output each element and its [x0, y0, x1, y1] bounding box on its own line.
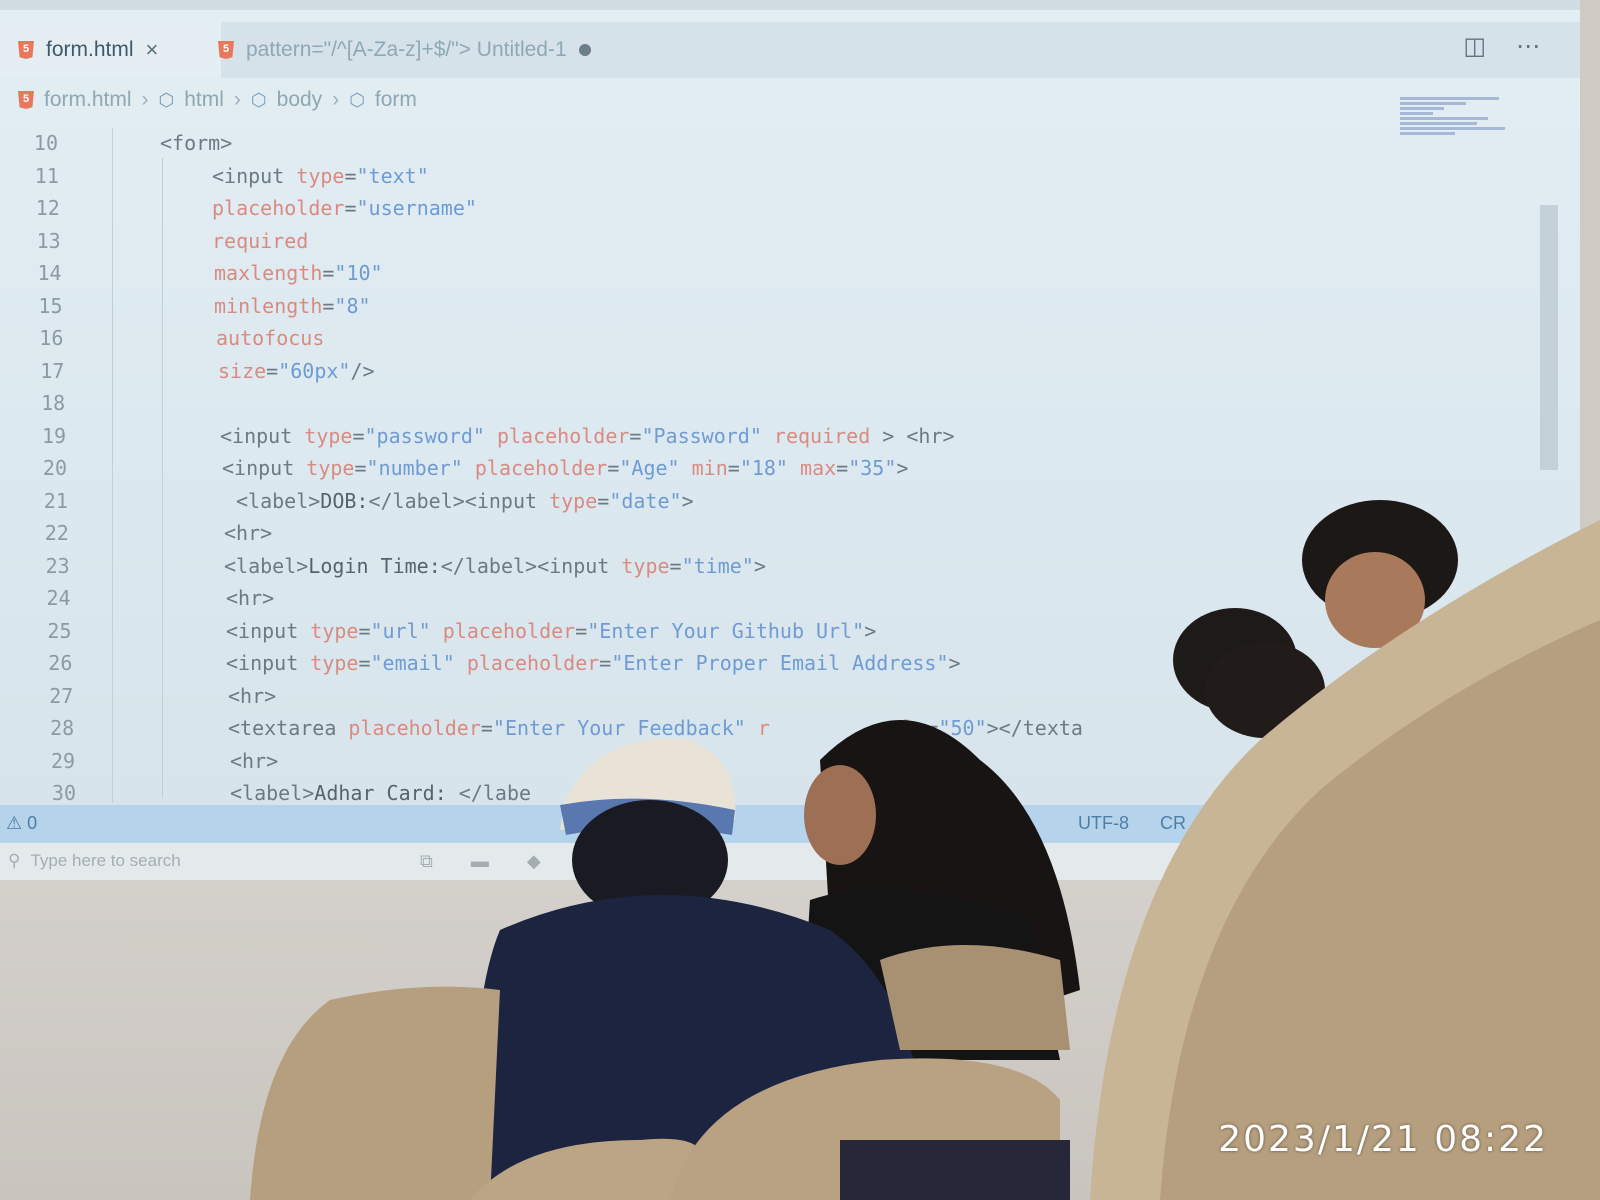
- plastic-chair: [250, 986, 500, 1200]
- plastic-chair: [880, 945, 1070, 1050]
- student-face: [804, 765, 876, 865]
- laptop: [840, 1140, 1070, 1200]
- audience-scene: [250, 500, 1600, 1200]
- photo-timestamp: 2023/1/21 08:22: [1218, 1119, 1548, 1160]
